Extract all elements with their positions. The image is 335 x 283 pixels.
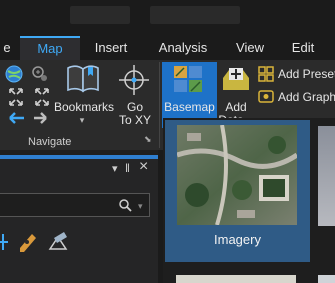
add-graphics-label[interactable]: Add Graphic [278,90,335,104]
add-graphics-icon[interactable] [258,88,274,104]
contents-pane [0,159,158,283]
add-data-icon[interactable] [220,64,252,94]
tab-analysis[interactable]: Analysis [148,36,218,60]
gallery-item-thumbnail-partial[interactable] [318,126,335,226]
pane-toolbar [0,232,68,252]
gallery-item-label: Imagery [214,232,261,247]
goto-xy-icon[interactable] [118,64,152,96]
search-icon[interactable] [118,198,132,212]
full-extent-icon[interactable] [9,88,23,95]
bookmarks-dropdown-icon[interactable]: ▾ [76,113,88,127]
goto-xy-label-line2[interactable]: To XY [114,113,156,127]
gallery-item-thumbnail-partial[interactable] [176,275,296,283]
dialog-launcher-icon[interactable]: ⬊ [144,134,152,145]
bookmarks-icon[interactable] [66,64,100,94]
navigate-group-label: Navigate [28,136,72,148]
gallery-item-thumbnail-partial[interactable] [318,275,335,283]
sort-icon[interactable] [48,232,68,250]
edit-icon[interactable] [20,234,36,252]
add-preset-label[interactable]: Add Preset [278,67,335,81]
previous-extent-icon[interactable] [9,112,24,124]
tab-edit[interactable]: Edit [283,36,323,60]
search-options-icon[interactable]: ▾ [138,201,143,212]
basemap-icon [174,66,202,92]
goto-xy-label-line1[interactable]: Go [118,100,152,114]
globe-icon[interactable] [5,65,23,83]
add-preset-icon[interactable] [258,66,274,82]
bookmarks-button-label[interactable]: Bookmarks [50,100,118,114]
title-bar [0,0,335,36]
imagery-thumbnail [177,125,297,225]
tab-view[interactable]: View [228,36,272,60]
basemap-label: Basemap [164,100,215,114]
pin-icon[interactable]: ‖ [125,161,130,175]
pane-menu-icon[interactable]: ▾ [112,162,118,175]
tab-share[interactable]: e [0,36,14,60]
ribbon-group-divider [159,62,160,148]
add-data-label-line1[interactable]: Add [218,100,254,114]
next-extent-icon[interactable] [34,112,47,124]
add-icon[interactable] [0,234,8,250]
close-icon[interactable]: × [139,158,148,176]
tab-insert[interactable]: Insert [86,36,136,60]
tab-map[interactable]: Map [20,36,80,60]
navigate-tools [5,65,49,124]
zoom-icon[interactable] [32,66,47,81]
fixed-zoom-icon[interactable] [35,88,49,95]
